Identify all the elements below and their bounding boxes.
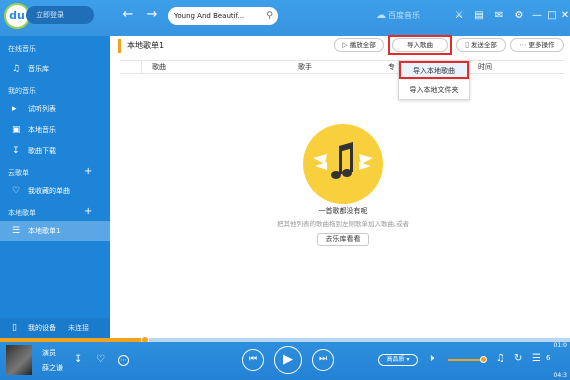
table-header: 歌曲 歌手 专 时间: [120, 60, 564, 74]
section-cloud-label: 云歌单: [8, 169, 29, 177]
phone-icon: ▯: [12, 323, 17, 333]
send-all-button[interactable]: ▯ 发送全部: [456, 38, 506, 52]
maximize-icon[interactable]: □: [545, 9, 559, 23]
play-icon: ▷: [342, 41, 348, 49]
sidebar-item-local-music[interactable]: ▣ 本地音乐: [0, 120, 110, 140]
sidebar-item-trial-list[interactable]: ▸ 试听列表: [0, 99, 110, 119]
sidebar-item-local-playlist[interactable]: ☰ 本地歌单1: [0, 221, 110, 241]
empty-state-illustration: [303, 124, 383, 204]
volume-icon[interactable]: 🕨: [428, 353, 434, 364]
previous-icon[interactable]: ⏮: [242, 349, 264, 371]
column-singer[interactable]: 歌手: [298, 61, 312, 74]
sidebar-item-label: 歌曲下载: [28, 147, 56, 155]
main-panel: 本地歌单1 ▷ 播放全部 导入歌曲 ▯ 发送全部 ⋯ 更多操作 歌曲 歌手 专 时间 …: [110, 35, 570, 338]
more-icon[interactable]: ⋯: [118, 355, 129, 366]
time-total: 04:3: [553, 372, 567, 379]
next-icon[interactable]: ⏭: [312, 349, 334, 371]
more-actions-button[interactable]: ⋯ 更多操作: [510, 38, 564, 52]
section-local: 本地歌单 +: [8, 206, 92, 218]
sidebar-item-label: 本地歌单1: [28, 227, 61, 235]
sidebar-item-downloads[interactable]: ↧ 歌曲下载: [0, 141, 110, 161]
quality-selector[interactable]: 高品质 ▾: [378, 354, 418, 366]
lyrics-icon[interactable]: ♫: [496, 353, 505, 364]
device-status: 未连接: [68, 324, 89, 332]
volume-handle[interactable]: [480, 356, 487, 363]
column-time[interactable]: 时间: [478, 61, 492, 74]
menu-item-import-folder[interactable]: 导入本地文件夹: [399, 82, 469, 99]
heart-icon[interactable]: ♡: [96, 354, 105, 365]
album-cover[interactable]: [6, 345, 32, 375]
cloud-icon: ☁: [376, 10, 386, 21]
login-button[interactable]: 立即登录: [26, 6, 94, 24]
playlist-icon: ☰: [12, 226, 21, 236]
device-icon: ▯: [465, 41, 469, 49]
volume-slider[interactable]: [448, 359, 484, 361]
sidebar-item-label: 本地音乐: [28, 126, 56, 134]
now-playing-artist[interactable]: 薛之谦: [42, 363, 63, 373]
music-note-icon: ♫: [12, 64, 21, 74]
download-icon[interactable]: ↧: [74, 354, 82, 365]
quality-label: 高品质: [386, 356, 405, 363]
ellipsis-icon: ⋯: [519, 41, 527, 49]
sidebar-item-label: 试听列表: [28, 105, 56, 113]
mail-icon[interactable]: ✉: [492, 9, 506, 23]
time-current: 01:0: [553, 342, 567, 349]
minimize-icon[interactable]: —: [530, 9, 544, 23]
play-icon[interactable]: ▶: [274, 346, 302, 374]
empty-state-title: 一首歌都没有呢: [318, 207, 368, 215]
gear-icon[interactable]: ⚙: [512, 9, 526, 23]
my-device[interactable]: ▯ 我的设备 未连接: [0, 318, 110, 338]
shirt-icon[interactable]: ⚔: [452, 9, 466, 23]
import-song-highlight: [388, 35, 452, 55]
device-label: 我的设备: [28, 324, 56, 332]
player-bar: 演员 薛之谦 ↧ ♡ ⋯ ⏮ ▶ ⏭ 高品质 ▾ 🕨 ♫ ↻ ☰ 6 01:0 …: [0, 342, 570, 380]
music-note-icon: [313, 142, 373, 179]
section-local-label: 本地歌单: [8, 209, 36, 217]
arrow-left-icon[interactable]: ←: [120, 7, 136, 23]
search-input-value: Young And Beautif...: [174, 12, 245, 20]
play-all-label: 播放全部: [349, 41, 376, 49]
monitor-icon: ▣: [12, 125, 21, 135]
queue-icon[interactable]: ☰: [532, 353, 541, 364]
briefcase-icon[interactable]: ▤: [472, 9, 486, 23]
heart-icon: ♡: [12, 186, 21, 196]
section-cloud: 云歌单 +: [8, 166, 92, 178]
send-all-label: 发送全部: [470, 41, 497, 49]
empty-state-subtitle: 把其他列表的歌曲拖到左侧歌单加入歌曲,或者: [276, 220, 410, 228]
brand-label[interactable]: ☁ 百度音乐: [376, 10, 420, 21]
play-all-button[interactable]: ▷ 播放全部: [334, 38, 384, 52]
import-local-highlight: [399, 61, 469, 79]
sidebar-item-favorites[interactable]: ♡ 我收藏的单曲: [0, 181, 110, 201]
repeat-icon[interactable]: ↻: [514, 353, 522, 364]
download-icon: ↧: [12, 146, 20, 156]
more-actions-label: 更多操作: [528, 41, 555, 49]
search-icon[interactable]: ⚲: [266, 7, 273, 25]
sidebar: 在线音乐 ♫ 音乐库 我的音乐 ▸ 试听列表 ▣ 本地音乐 ↧ 歌曲下载 云歌单…: [0, 36, 110, 338]
select-column[interactable]: [120, 61, 142, 74]
sidebar-item-label: 音乐库: [28, 65, 49, 73]
section-online: 在线音乐: [8, 45, 36, 53]
column-album[interactable]: 专: [388, 61, 395, 74]
top-bar: du 立即登录 ← → Young And Beautif... ⚲ ☁ 百度音乐…: [0, 0, 570, 36]
sidebar-item-label: 我收藏的单曲: [28, 187, 70, 195]
play-triangle-icon: ▸: [12, 104, 17, 114]
search-input[interactable]: Young And Beautif... ⚲: [168, 7, 278, 25]
close-icon[interactable]: ✕: [558, 9, 570, 23]
now-playing-title[interactable]: 演员: [42, 348, 56, 358]
brand-text: 百度音乐: [388, 11, 420, 20]
section-my-music: 我的音乐: [8, 87, 36, 95]
add-local-playlist-icon[interactable]: +: [84, 206, 92, 217]
page-title: 本地歌单1: [118, 39, 164, 53]
queue-count[interactable]: 6: [546, 354, 550, 362]
add-cloud-playlist-icon[interactable]: +: [84, 166, 92, 177]
sidebar-item-music-library[interactable]: ♫ 音乐库: [0, 59, 110, 79]
go-library-button[interactable]: 去乐库看看: [317, 233, 369, 246]
column-song[interactable]: 歌曲: [152, 61, 166, 74]
arrow-right-icon[interactable]: →: [144, 7, 160, 23]
